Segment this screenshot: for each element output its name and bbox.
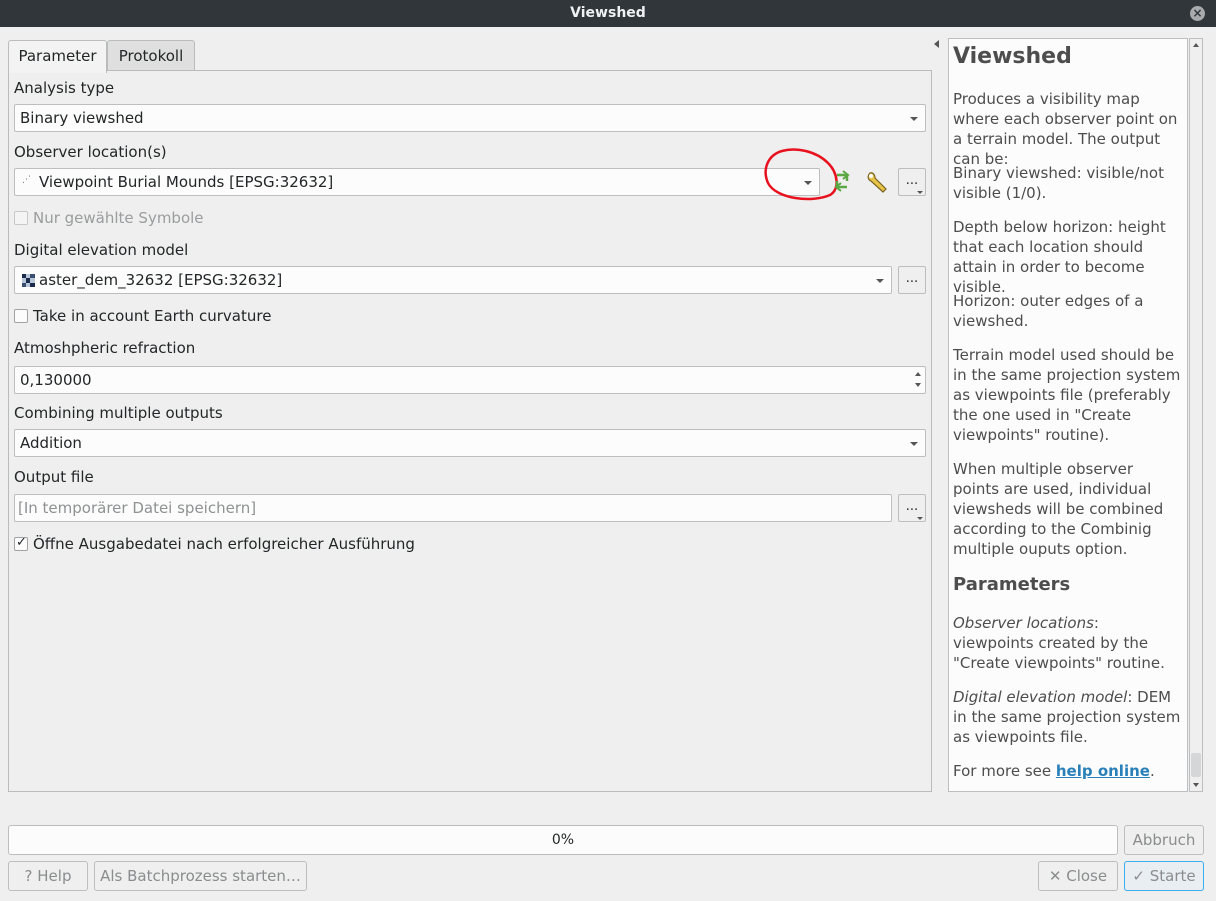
help-icon: ?: [24, 867, 38, 885]
tab-protokoll[interactable]: Protokoll: [107, 40, 195, 71]
help-more-paragraph: For more see help online.: [953, 761, 1181, 781]
help-observer-paragraph: Observer locations: viewpoints created b…: [953, 613, 1181, 673]
scroll-down-icon[interactable]: [1193, 783, 1199, 787]
browse-label: ...: [905, 271, 919, 286]
checkmark-icon: ✓: [16, 535, 27, 550]
help-dem-paragraph: Digital elevation model: DEM in the same…: [953, 687, 1181, 747]
analysis-type-select[interactable]: Binary viewshed: [14, 104, 926, 132]
close-icon: ✕: [1048, 867, 1067, 885]
wrench-icon[interactable]: [864, 169, 890, 195]
open-output-label: Öffne Ausgabedatei nach erfolgreicher Au…: [33, 535, 415, 553]
chevron-down-icon: [917, 191, 923, 194]
help-online-link[interactable]: help online: [1056, 762, 1150, 780]
help-paragraph: Produces a visibility map where each obs…: [953, 90, 1178, 168]
close-icon[interactable]: ×: [1190, 6, 1205, 21]
observer-value: Viewpoint Burial Mounds [EPSG:32632]: [39, 173, 334, 191]
combining-select[interactable]: Addition: [14, 429, 926, 457]
analysis-type-value: Binary viewshed: [20, 109, 144, 127]
selected-only-checkbox[interactable]: [14, 211, 28, 225]
raster-layer-icon: [22, 274, 35, 287]
chevron-down-icon: [917, 517, 923, 520]
batch-button[interactable]: Als Batchprozess starten…: [94, 861, 307, 891]
help-term: Observer locations: [953, 614, 1094, 632]
output-placeholder: [In temporärer Datei speichern]: [18, 499, 257, 517]
combining-label: Combining multiple outputs: [14, 404, 223, 422]
dem-select[interactable]: aster_dem_32632 [EPSG:32632]: [14, 266, 892, 294]
chevron-down-icon: [910, 442, 918, 446]
point-layer-icon: ⋰: [22, 175, 31, 185]
output-label: Output file: [14, 468, 94, 486]
chevron-down-icon: [910, 117, 918, 121]
cancel-button[interactable]: Abbruch: [1124, 825, 1204, 855]
help-more-prefix: For more see: [953, 762, 1056, 780]
help-more-suffix: .: [1149, 762, 1155, 780]
analysis-type-label: Analysis type: [14, 79, 115, 97]
title-bar: Viewshed ×: [0, 0, 1216, 27]
scroll-up-icon[interactable]: [1193, 43, 1199, 47]
selected-only-label: Nur gewählte Symbole: [33, 209, 204, 227]
curvature-checkbox[interactable]: [14, 309, 28, 323]
tab-parameter[interactable]: Parameter: [8, 40, 107, 73]
progress-text: 0%: [551, 832, 575, 848]
combining-value: Addition: [20, 434, 82, 452]
scrollbar-thumb[interactable]: [1191, 753, 1201, 777]
dem-browse-button[interactable]: ...: [898, 266, 926, 294]
iterate-icon[interactable]: [830, 169, 854, 193]
collapse-help-icon[interactable]: [934, 40, 939, 48]
observer-select[interactable]: ⋰ Viewpoint Burial Mounds [EPSG:32632]: [14, 168, 820, 196]
refraction-value: 0,130000: [20, 371, 92, 389]
curvature-label: Take in account Earth curvature: [33, 307, 272, 325]
refraction-spinbox[interactable]: 0,130000: [14, 366, 926, 394]
observer-label: Observer location(s): [14, 143, 167, 161]
close-button-label: Close: [1066, 867, 1108, 885]
help-paragraph: Depth below horizon: height that each lo…: [953, 218, 1166, 296]
dem-label: Digital elevation model: [14, 241, 189, 259]
chevron-down-icon: [876, 279, 884, 283]
help-term: Digital elevation model: [953, 688, 1128, 706]
help-paragraph: When multiple observer points are used, …: [953, 460, 1164, 558]
dem-value: aster_dem_32632 [EPSG:32632]: [39, 271, 283, 289]
output-file-input[interactable]: [In temporärer Datei speichern]: [14, 494, 892, 522]
help-button-label: Help: [37, 867, 72, 885]
close-button[interactable]: ✕ Close: [1038, 861, 1118, 891]
open-output-checkbox[interactable]: ✓: [14, 535, 28, 551]
browse-label: ...: [905, 173, 919, 188]
help-paragraph: Terrain model used should be in the same…: [953, 346, 1181, 444]
help-title: Viewshed: [953, 44, 1072, 69]
spin-up-icon[interactable]: [915, 372, 921, 376]
window-title: Viewshed: [570, 5, 646, 21]
help-paragraph: Horizon: outer edges of a viewshed.: [953, 292, 1144, 330]
help-parameters-title: Parameters: [953, 574, 1071, 595]
start-button-label: Starte: [1149, 867, 1196, 885]
observer-browse-button[interactable]: ...: [898, 168, 926, 196]
refraction-label: Atmoshpheric refraction: [14, 339, 196, 357]
help-button[interactable]: ? Help: [8, 861, 88, 891]
progress-bar: 0%: [8, 825, 1118, 855]
browse-label: ...: [905, 499, 919, 514]
checkmark-icon: ✓: [1132, 867, 1150, 885]
help-paragraph: Binary viewshed: visible/not visible (1/…: [953, 164, 1164, 202]
start-button[interactable]: ✓ Starte: [1124, 861, 1204, 891]
help-scrollbar[interactable]: [1189, 38, 1203, 792]
help-panel: Viewshed Produces a visibility map where…: [948, 38, 1188, 792]
output-browse-button[interactable]: ...: [898, 494, 926, 522]
spin-down-icon[interactable]: [915, 383, 921, 387]
